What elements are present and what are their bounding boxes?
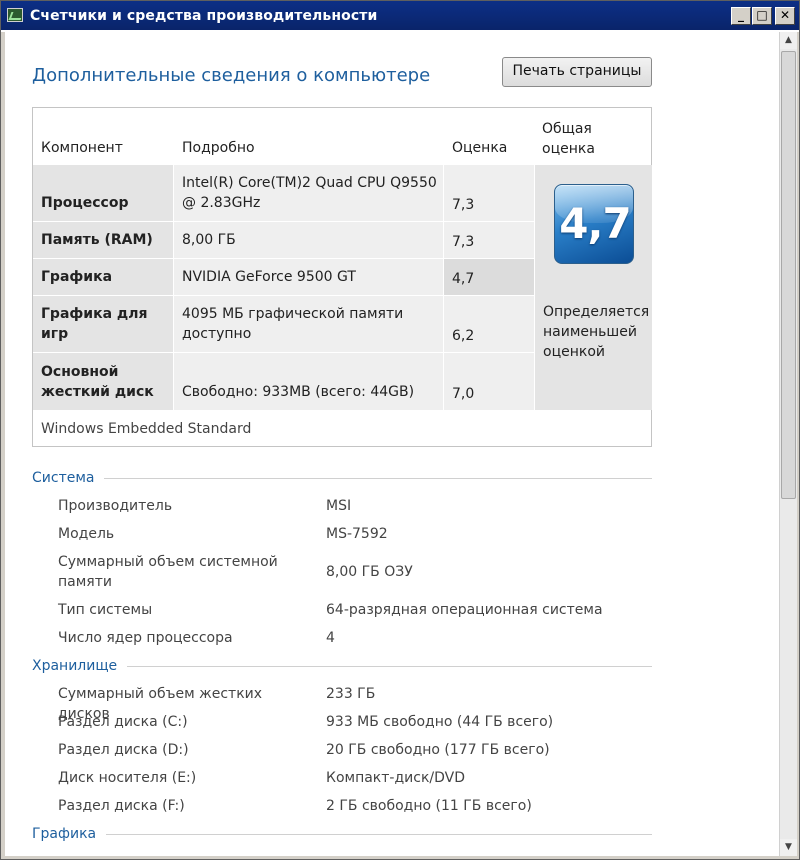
- info-value: 233 ГБ: [326, 686, 376, 702]
- info-row: Раздел диска (C:) 933 МБ свободно (44 ГБ…: [58, 712, 652, 732]
- info-label: Тип системы: [58, 602, 153, 618]
- info-row: Суммарный объем жестких дисков 233 ГБ: [58, 684, 652, 722]
- info-row: Суммарный объем системной памяти 8,00 ГБ…: [58, 552, 652, 592]
- info-row: Раздел диска (F:) 2 ГБ свободно (11 ГБ в…: [58, 796, 652, 816]
- component-detail: Intel(R) Core(TM)2 Quad CPU Q9550 @ 2.83…: [174, 165, 443, 221]
- info-row: Число ядер процессора 4: [58, 628, 652, 648]
- component-name: Процессор: [33, 165, 173, 221]
- section-divider: [104, 477, 652, 479]
- info-value: 20 ГБ свободно (177 ГБ всего): [326, 742, 550, 758]
- section-graphics-header: Графика: [32, 826, 652, 842]
- overall-score-note: Определяется наименьшей оценкой: [543, 304, 650, 360]
- info-label: Раздел диска (C:): [58, 714, 188, 730]
- scrollbar-thumb[interactable]: [781, 51, 796, 499]
- info-label: Диск носителя (E:): [58, 770, 197, 786]
- component-score-lowest: 4,7: [444, 259, 534, 295]
- score-table: Компонент Подробно Оценка Общая оценка П…: [32, 107, 652, 447]
- info-value: 64-разрядная операционная система: [326, 602, 603, 618]
- component-detail: 4095 МБ графической памяти доступно: [174, 296, 443, 352]
- title-bar[interactable]: Счетчики и средства производительности _…: [1, 1, 799, 31]
- section-title: Графика: [32, 826, 97, 842]
- info-value: 2 ГБ свободно (11 ГБ всего): [326, 798, 532, 814]
- info-row: Тип системы 64-разрядная операционная си…: [58, 600, 652, 620]
- component-name: Графика: [33, 259, 173, 295]
- section-title: Система: [32, 470, 95, 486]
- header-component: Компонент: [41, 140, 123, 156]
- component-detail: Свободно: 933MB (всего: 44GB): [174, 353, 443, 410]
- maximize-button[interactable]: □: [752, 7, 772, 25]
- section-system-header: Система: [32, 470, 652, 486]
- info-value: MSI: [326, 498, 352, 514]
- score-row-gaming-graphics: Графика для игр 4095 МБ графической памя…: [33, 296, 534, 352]
- info-label: Число ядер процессора: [58, 630, 233, 646]
- info-value: 4: [326, 630, 335, 646]
- info-row: Модель MS-7592: [58, 524, 652, 544]
- info-row: Диск носителя (E:) Компакт-диск/DVD: [58, 768, 652, 788]
- section-divider: [106, 833, 652, 835]
- client-area: Дополнительные сведения о компьютере Печ…: [1, 32, 799, 859]
- page-title: Дополнительные сведения о компьютере: [32, 65, 431, 86]
- score-row-hard-disk: Основной жесткий диск Свободно: 933MB (в…: [33, 353, 534, 410]
- component-score: 7,0: [444, 353, 534, 410]
- base-score-badge-icon: 4,7: [554, 184, 634, 264]
- info-label: Раздел диска (F:): [58, 798, 185, 814]
- score-row-cpu: Процессор Intel(R) Core(TM)2 Quad CPU Q9…: [33, 165, 534, 221]
- info-label: Суммарный объем системной памяти: [58, 554, 278, 590]
- component-score: 6,2: [444, 296, 534, 352]
- overall-score-value: 4,7: [559, 199, 631, 248]
- header-detail: Подробно: [182, 140, 255, 156]
- info-value: 8,00 ГБ ОЗУ: [326, 564, 413, 580]
- component-name: Графика для игр: [33, 296, 173, 352]
- info-value: MS-7592: [326, 526, 388, 542]
- info-value: Компакт-диск/DVD: [326, 770, 466, 786]
- window-title: Счетчики и средства производительности: [30, 8, 378, 24]
- score-row-ram: Память (RAM) 8,00 ГБ 7,3: [33, 222, 534, 258]
- scroll-up-arrow-icon[interactable]: ▲: [780, 32, 797, 49]
- section-title: Хранилище: [32, 658, 118, 674]
- info-label: Производитель: [58, 498, 173, 514]
- info-label: Раздел диска (D:): [58, 742, 189, 758]
- component-name: Память (RAM): [33, 222, 173, 258]
- header-overall-line2: оценка: [542, 141, 595, 157]
- header-score: Оценка: [452, 140, 508, 156]
- scroll-down-arrow-icon[interactable]: ▼: [780, 839, 797, 856]
- info-label: Модель: [58, 526, 115, 542]
- performance-app-icon: [7, 8, 23, 22]
- score-row-graphics: Графика NVIDIA GeForce 9500 GT 4,7: [33, 259, 534, 295]
- component-name: Основной жесткий диск: [33, 353, 173, 410]
- component-detail: NVIDIA GeForce 9500 GT: [174, 259, 443, 295]
- info-row: Производитель MSI: [58, 496, 652, 516]
- component-score: 7,3: [444, 222, 534, 258]
- header-overall: Общая оценка: [542, 119, 632, 159]
- app-window: Счетчики и средства производительности _…: [0, 0, 800, 860]
- close-button[interactable]: ✕: [775, 7, 795, 25]
- os-edition: Windows Embedded Standard: [41, 421, 252, 437]
- section-storage-header: Хранилище: [32, 658, 652, 674]
- component-score: 7,3: [444, 165, 534, 221]
- overall-score-panel: 4,7 Определяется наименьшей оценкой: [535, 165, 652, 410]
- info-value: 933 МБ свободно (44 ГБ всего): [326, 714, 554, 730]
- print-page-button[interactable]: Печать страницы: [502, 57, 652, 87]
- header-overall-line1: Общая: [542, 121, 592, 137]
- section-divider: [127, 665, 652, 667]
- vertical-scrollbar[interactable]: ▲ ▼: [779, 32, 797, 856]
- info-row: Раздел диска (D:) 20 ГБ свободно (177 ГБ…: [58, 740, 652, 760]
- minimize-button[interactable]: _: [731, 7, 751, 25]
- component-detail: 8,00 ГБ: [174, 222, 443, 258]
